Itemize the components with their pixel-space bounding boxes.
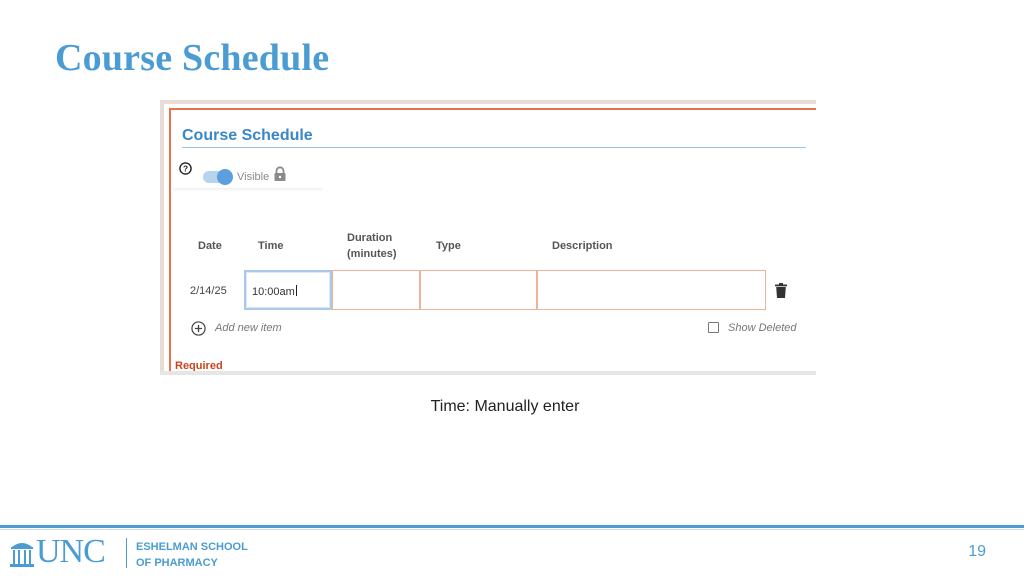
course-schedule-panel: Course Schedule ? Visible Date Time Dura…	[169, 108, 816, 375]
column-header-type: Type	[436, 240, 461, 252]
time-input[interactable]: 10:00am	[244, 270, 332, 310]
screenshot-bottom-edge	[160, 371, 816, 375]
course-schedule-screenshot: Course Schedule ? Visible Date Time Dura…	[160, 100, 816, 375]
trash-icon[interactable]	[775, 283, 787, 298]
show-deleted-label: Show Deleted	[728, 322, 797, 334]
school-name: ESHELMAN SCHOOL OF PHARMACY	[136, 539, 248, 571]
column-header-duration: Duration (minutes)	[347, 230, 397, 262]
help-icon[interactable]: ?	[179, 162, 192, 175]
slide-title: Course Schedule	[55, 37, 330, 79]
description-input[interactable]	[537, 270, 766, 310]
visible-toggle[interactable]	[203, 169, 233, 185]
toolbar-shadow	[173, 188, 323, 192]
column-header-description: Description	[552, 240, 613, 252]
slide-caption: Time: Manually enter	[430, 398, 580, 415]
svg-text:?: ?	[183, 164, 188, 174]
toggle-knob	[217, 169, 233, 185]
panel-title-underline	[182, 147, 806, 148]
text-caret	[295, 285, 297, 296]
page-number: 19	[968, 543, 986, 560]
visible-label: Visible	[237, 171, 270, 183]
add-circle-icon[interactable]	[191, 321, 206, 336]
type-input[interactable]	[420, 270, 537, 310]
column-header-date: Date	[198, 240, 222, 252]
footer-rule-light	[0, 529, 1024, 530]
row-date: 2/14/25	[190, 285, 227, 297]
add-new-item-link[interactable]: Add new item	[215, 322, 282, 334]
column-header-duration-line2: (minutes)	[347, 248, 397, 260]
old-well-logo-icon	[10, 543, 34, 567]
duration-input[interactable]	[332, 270, 420, 310]
panel-title: Course Schedule	[182, 127, 313, 144]
school-name-line1: ESHELMAN SCHOOL	[136, 541, 248, 553]
unc-logo-text: UNC	[36, 533, 106, 570]
show-deleted-checkbox[interactable]	[708, 322, 719, 333]
lock-icon	[274, 166, 286, 181]
footer-rule	[0, 525, 1024, 528]
column-header-time: Time	[258, 240, 284, 252]
time-input-value: 10:00am	[252, 285, 297, 298]
logo-divider	[126, 538, 127, 568]
column-header-duration-line1: Duration	[347, 232, 393, 244]
school-name-line2: OF PHARMACY	[136, 557, 218, 569]
